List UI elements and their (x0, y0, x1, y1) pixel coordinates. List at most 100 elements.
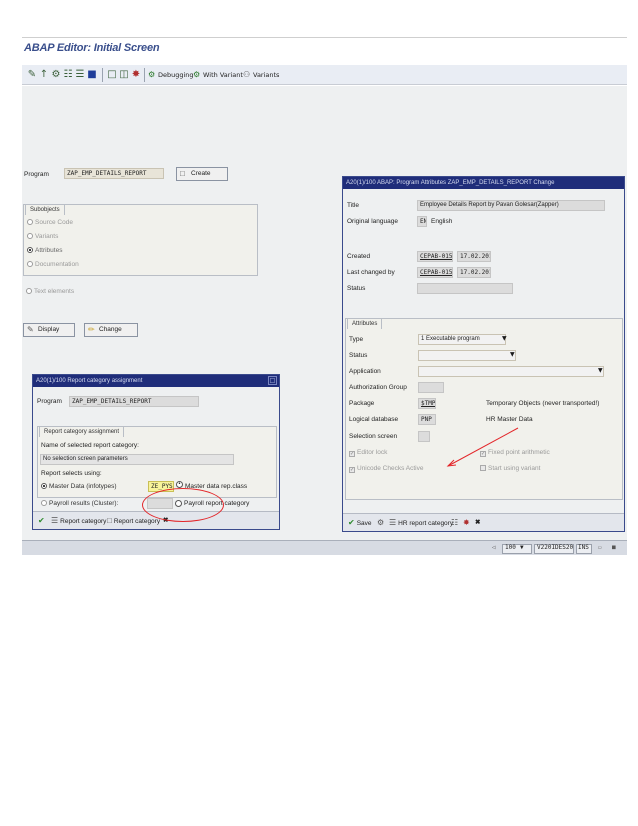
program-input[interactable]: ZAP_EMP_DETAILS_REPORT (64, 168, 164, 179)
selection-screen-label: Selection screen (349, 433, 398, 440)
create-button[interactable]: □ Create (176, 167, 228, 181)
title-bar: ABAP Editor: Initial Screen (22, 38, 627, 62)
with-variant-label: With Variant (203, 71, 243, 79)
checkbox-label: Unicode Checks Active (357, 465, 424, 472)
program-label: Program (24, 171, 49, 178)
transport-icon: ✸ (463, 518, 470, 527)
logical-database-description: HR Master Data (486, 416, 533, 423)
changed-date-field: 17.02.2015 (457, 267, 491, 278)
status-bar: ◁ 100 ▼ V220IDES20 INS ▭ ■ (22, 540, 627, 555)
search-help-icon[interactable]: • (176, 481, 183, 488)
dialog-title: A20(1)/100 Report category assignment (33, 375, 279, 387)
delete-icon[interactable]: □ (106, 69, 118, 81)
mode-value: INS (578, 544, 589, 551)
status-select[interactable] (418, 350, 516, 361)
dropdown-icon[interactable]: ▼ (598, 367, 603, 374)
editor-lock-checkbox[interactable]: ✓ Editor lock (349, 449, 387, 457)
toolbar-separator (102, 68, 103, 82)
auth-group-label: Authorization Group (349, 384, 407, 391)
info-icon[interactable]: ■ (86, 69, 98, 81)
program-field: ZAP_EMP_DETAILS_REPORT (69, 396, 199, 407)
debugging-button[interactable]: ⚙ Debugging (147, 68, 194, 82)
other-object-icon[interactable]: ↑ (38, 69, 50, 81)
attributes-title: Attributes (347, 318, 383, 329)
title-field[interactable]: Employee Details Report by Pavan Golesar… (417, 200, 605, 211)
name-label: Name of selected report category: (41, 442, 139, 449)
footer-btn2-label: Report category (113, 518, 161, 525)
hierarchy-button[interactable]: ☷ (451, 517, 460, 530)
radio-icon (41, 500, 47, 506)
activate-icon[interactable]: ☷ (62, 69, 74, 81)
radio-icon (26, 288, 32, 294)
application-select[interactable] (418, 366, 604, 377)
created-by-field[interactable]: CEPAB-015 (417, 251, 453, 262)
radio-documentation[interactable]: Documentation (27, 261, 79, 268)
sap-window: ABAP Editor: Initial Screen ✎ ↑ ⚙ ☷ ☰ ■ … (22, 37, 627, 555)
language-name: English (431, 218, 453, 225)
pencil-icon: ✏ (88, 325, 95, 334)
radio-icon (27, 233, 33, 239)
radio-payroll[interactable]: Payroll results (Cluster): (41, 500, 118, 507)
copy-icon[interactable]: ◫ (118, 69, 130, 81)
radio-text-elements[interactable]: Text elements (26, 288, 74, 295)
with-variant-button[interactable]: ⚙ With Variant (192, 68, 243, 82)
radio-label: Source Code (35, 219, 73, 226)
unicode-checkbox[interactable]: ✓ Unicode Checks Active (349, 465, 423, 473)
display-button[interactable]: ✎ Display (23, 323, 75, 337)
checkmark-icon: ✔ (348, 518, 355, 527)
confirm-button[interactable]: ✔ (38, 515, 47, 528)
radio-label: Variants (35, 233, 59, 240)
change-button[interactable]: ✏ Change (84, 323, 138, 337)
report-category-new-button[interactable]: □ Report category (107, 515, 160, 528)
cancel-button[interactable]: ✖ (475, 517, 480, 529)
dialog-menu-icon[interactable]: □ (268, 376, 277, 385)
session-icon[interactable]: ▭ (598, 544, 602, 551)
dropdown-icon[interactable]: ▼ (510, 351, 515, 358)
created-label: Created (347, 253, 371, 260)
dropdown-icon[interactable]: ▼ (502, 335, 507, 342)
type-label: Type (349, 336, 364, 343)
radio-attributes[interactable]: Attributes (27, 247, 62, 254)
save-button[interactable]: ✔ Save (348, 517, 372, 530)
radio-master-data[interactable]: Master Data (infotypes) (41, 483, 117, 490)
where-used-icon[interactable]: ☰ (74, 69, 86, 81)
radio-selected-icon (27, 247, 33, 253)
application-label: Application (349, 368, 381, 375)
logical-database-field[interactable]: PNP (418, 414, 436, 425)
selection-screen-field[interactable] (418, 431, 430, 442)
report-category-button[interactable]: ☰ Report category (51, 515, 106, 528)
changed-by-field[interactable]: CEPAB-015 (417, 267, 453, 278)
check-icon[interactable]: ⚙ (50, 69, 62, 81)
check-icon: ⚙ (377, 518, 385, 527)
type-select[interactable]: 1 Executable program (418, 334, 506, 345)
status-diamond-icon: ◁ (492, 544, 496, 551)
tree-icon: ☰ (51, 516, 59, 525)
main-area: Program ZAP_EMP_DETAILS_REPORT □ Create S… (22, 86, 627, 540)
server-value: V220IDES20 (537, 544, 574, 551)
radio-variants[interactable]: Variants (27, 233, 58, 240)
checkmark-icon: ✔ (38, 516, 45, 525)
auth-group-field[interactable] (418, 382, 444, 393)
checkbox-icon: ✓ (349, 467, 355, 473)
transport-button[interactable]: ✸ (463, 517, 472, 530)
footer-btn1-label: Report category (60, 518, 107, 525)
hr-category-button[interactable]: ☰ HR report category (389, 517, 453, 530)
lock-icon[interactable]: ■ (612, 544, 616, 551)
package-field[interactable]: $TMP (418, 398, 436, 409)
dropdown-icon[interactable]: ▼ (520, 544, 524, 551)
radio-source-code[interactable]: Source Code (27, 219, 73, 226)
created-date-field: 17.02.2015 (457, 251, 491, 262)
hierarchy-icon: ☷ (451, 518, 459, 527)
debugging-label: Debugging (158, 71, 194, 79)
radio-icon (27, 261, 33, 267)
display-change-icon[interactable]: ✎ (26, 69, 38, 81)
change-label: Change (99, 326, 122, 333)
display-label: Display (38, 326, 60, 333)
rename-icon[interactable]: ✸ (130, 69, 142, 81)
variants-label: Variants (253, 71, 280, 79)
logical-database-label: Logical database (349, 416, 399, 423)
variants-button[interactable]: ⚇ Variants (242, 68, 279, 82)
report-category-group: Report category assignment Name of selec… (37, 426, 277, 498)
check-button[interactable]: ⚙ (377, 517, 386, 530)
package-label: Package (349, 400, 375, 407)
